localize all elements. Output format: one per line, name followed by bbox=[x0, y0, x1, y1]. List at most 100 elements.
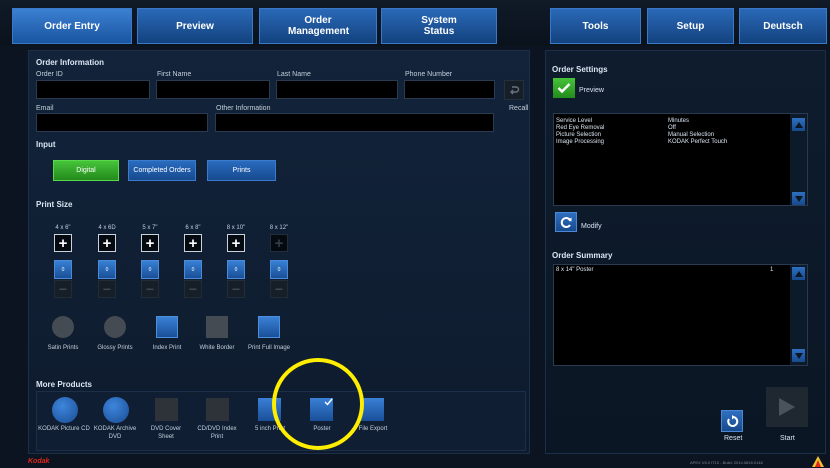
recall-icon bbox=[510, 86, 520, 95]
picture-cd-button[interactable] bbox=[52, 397, 78, 423]
index-print-toggle[interactable] bbox=[156, 316, 178, 338]
chevron-down-icon bbox=[794, 195, 803, 202]
decrement-button[interactable]: − bbox=[227, 280, 245, 298]
prints-button[interactable]: Prints bbox=[207, 160, 276, 181]
order-summary-list bbox=[553, 264, 808, 366]
dvd-cover-sheet-button[interactable] bbox=[155, 398, 178, 421]
scroll-down-arrow[interactable] bbox=[792, 192, 805, 205]
increment-button[interactable]: + bbox=[98, 234, 116, 252]
nav-system-status[interactable]: System Status bbox=[381, 8, 497, 44]
file-export-button[interactable] bbox=[361, 398, 384, 421]
refresh-icon bbox=[560, 216, 571, 228]
nav-language[interactable]: Deutsch bbox=[739, 8, 827, 44]
quantity-display: 0 bbox=[184, 260, 202, 279]
setting-name: Red Eye Removal bbox=[556, 125, 605, 131]
summary-item: 8 x 14" Poster bbox=[556, 267, 594, 273]
satin-prints-toggle[interactable] bbox=[52, 316, 74, 338]
white-border-toggle[interactable] bbox=[206, 316, 228, 338]
other-info-field[interactable] bbox=[215, 113, 494, 132]
play-icon bbox=[779, 398, 795, 416]
last-name-field[interactable] bbox=[276, 80, 398, 99]
order-info-title: Order Information bbox=[36, 58, 105, 67]
print-full-image-toggle[interactable] bbox=[258, 316, 280, 338]
quantity-display: 0 bbox=[141, 260, 159, 279]
print-full-image-label: Print Full Image bbox=[247, 345, 290, 351]
size-label: 4 x 6" bbox=[55, 225, 71, 231]
checkmark-icon bbox=[557, 83, 571, 94]
archive-dvd-label: KODAK Archive DVD bbox=[93, 426, 137, 440]
white-border-label: White Border bbox=[199, 345, 235, 351]
nav-order-management-label: Order Management bbox=[288, 15, 350, 37]
nav-setup[interactable]: Setup bbox=[647, 8, 734, 44]
quantity-display: 0 bbox=[98, 260, 116, 279]
chevron-up-icon bbox=[794, 121, 803, 128]
setting-value: Manual Selection bbox=[668, 132, 715, 138]
decrement-button[interactable]: − bbox=[54, 280, 72, 298]
size-label: 6 x 8" bbox=[185, 225, 201, 231]
increment-button[interactable]: + bbox=[141, 234, 159, 252]
cd-dvd-index-print-button[interactable] bbox=[206, 398, 229, 421]
digital-button[interactable]: Digital bbox=[53, 160, 119, 181]
size-label: 4 x 6D bbox=[98, 225, 116, 231]
print-size-title: Print Size bbox=[36, 200, 73, 209]
kodak-logo: Kodak bbox=[28, 458, 50, 465]
email-field[interactable] bbox=[36, 113, 208, 132]
start-button[interactable] bbox=[766, 387, 808, 427]
phone-label: Phone Number bbox=[405, 71, 453, 78]
increment-button[interactable]: + bbox=[270, 234, 288, 252]
decrement-button[interactable]: − bbox=[141, 280, 159, 298]
setting-value: KODAK Perfect Touch bbox=[668, 139, 728, 145]
setting-value: Off bbox=[668, 125, 676, 131]
version-text: APEX V6.0 IT10 - Build: 2014.0818.0148 bbox=[690, 460, 763, 465]
decrement-button[interactable]: − bbox=[184, 280, 202, 298]
quantity-display: 0 bbox=[227, 260, 245, 279]
completed-orders-button[interactable]: Completed Orders bbox=[128, 160, 196, 181]
nav-order-management[interactable]: Order Management bbox=[259, 8, 377, 44]
decrement-button[interactable]: − bbox=[98, 280, 116, 298]
reset-icon bbox=[726, 414, 738, 427]
modify-button[interactable] bbox=[555, 212, 577, 232]
scroll-up-arrow[interactable] bbox=[792, 267, 805, 280]
glossy-prints-label: Glossy Prints bbox=[97, 345, 133, 351]
last-name-label: Last Name bbox=[277, 71, 311, 78]
reset-label: Reset bbox=[724, 435, 743, 442]
nav-order-entry[interactable]: Order Entry bbox=[12, 8, 132, 44]
nav-preview[interactable]: Preview bbox=[137, 8, 253, 44]
quantity-display: 0 bbox=[270, 260, 288, 279]
chevron-up-icon bbox=[794, 270, 803, 277]
index-print-label: Index Print bbox=[152, 345, 182, 351]
satin-prints-label: Satin Prints bbox=[47, 345, 79, 351]
nav-system-status-label: System Status bbox=[421, 15, 457, 37]
kodak-logo-icon bbox=[812, 454, 824, 467]
setting-value: Minutes bbox=[668, 118, 690, 124]
order-id-field[interactable] bbox=[36, 80, 150, 99]
increment-button[interactable]: + bbox=[227, 234, 245, 252]
recall-button[interactable] bbox=[504, 80, 524, 100]
first-name-label: First Name bbox=[157, 71, 192, 78]
other-info-label: Other Information bbox=[216, 105, 271, 112]
reset-button[interactable] bbox=[721, 410, 743, 432]
glossy-prints-toggle[interactable] bbox=[104, 316, 126, 338]
decrement-button[interactable]: − bbox=[270, 280, 288, 298]
size-label: 5 x 7" bbox=[142, 225, 158, 231]
increment-button[interactable]: + bbox=[184, 234, 202, 252]
first-name-field[interactable] bbox=[156, 80, 270, 99]
scroll-down-arrow[interactable] bbox=[792, 349, 805, 362]
setting-name: Service Level bbox=[556, 118, 593, 124]
increment-button[interactable]: + bbox=[54, 234, 72, 252]
order-summary-title: Order Summary bbox=[552, 251, 613, 260]
summary-qty: 1 bbox=[770, 267, 774, 273]
input-title: Input bbox=[36, 140, 56, 149]
archive-dvd-button[interactable] bbox=[103, 397, 129, 423]
preview-checkbox[interactable] bbox=[553, 78, 575, 98]
scroll-up-arrow[interactable] bbox=[792, 118, 805, 131]
nav-tools[interactable]: Tools bbox=[550, 8, 641, 44]
start-label: Start bbox=[780, 435, 795, 442]
preview-label: Preview bbox=[579, 87, 604, 94]
dvd-cover-sheet-label: DVD Cover Sheet bbox=[150, 426, 182, 440]
email-label: Email bbox=[36, 105, 54, 112]
size-label: 8 x 12" bbox=[269, 225, 289, 231]
cd-dvd-index-label: CD/DVD Index Print bbox=[197, 426, 237, 440]
phone-field[interactable] bbox=[404, 80, 495, 99]
picture-cd-label: KODAK Picture CD bbox=[38, 426, 90, 432]
